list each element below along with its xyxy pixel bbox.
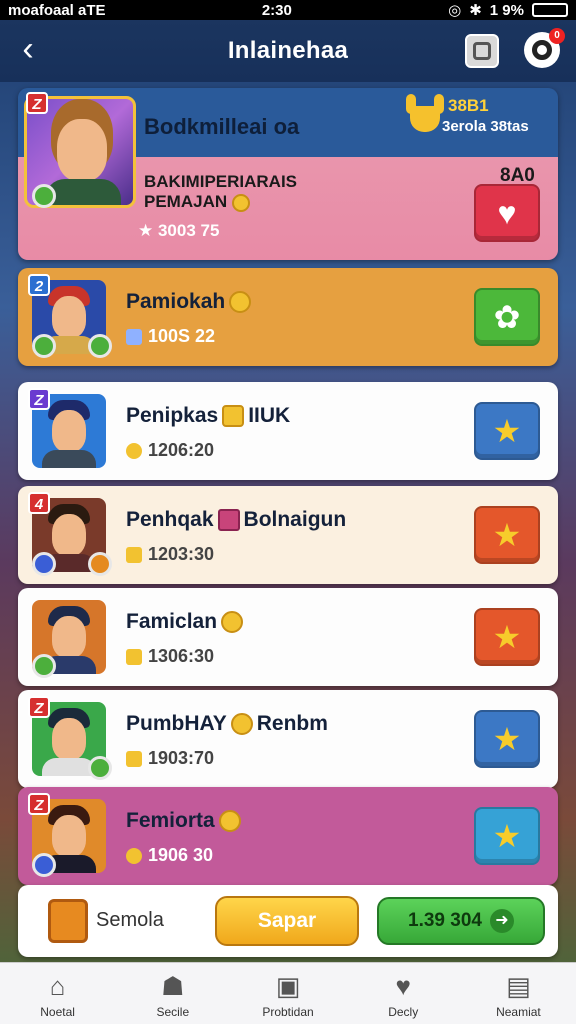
battery-percent: 1 9% bbox=[489, 1, 524, 19]
player-score: 1306:30 bbox=[126, 646, 214, 667]
shield-icon: ▣ bbox=[275, 970, 301, 1001]
action-button[interactable]: ★ bbox=[474, 402, 540, 460]
nav-item-shield[interactable]: ▣ Probtidan bbox=[230, 963, 345, 1024]
battery-icon bbox=[532, 3, 568, 17]
coin-icon bbox=[126, 848, 142, 865]
heart-icon: ♥ bbox=[395, 970, 411, 1001]
featured-player-card[interactable]: Z Bodkmilleai oa 38B1 3erola 38tas BAKIM… bbox=[18, 88, 558, 260]
settings-button[interactable]: 0 bbox=[524, 28, 565, 68]
user-icon: ☗ bbox=[161, 970, 185, 1001]
player-score: 1206:20 bbox=[126, 440, 214, 461]
list-item[interactable]: Famiclan 1306:30 ★ bbox=[18, 588, 558, 686]
player-name: Femiorta bbox=[126, 809, 245, 833]
star-icon: ★ bbox=[492, 619, 522, 655]
star-icon bbox=[126, 751, 142, 768]
status-badge bbox=[88, 552, 112, 576]
player-name: Pamiokah bbox=[126, 290, 255, 314]
level-badge bbox=[32, 552, 56, 576]
player-score: 1903:70 bbox=[126, 748, 214, 769]
coin-icon bbox=[230, 713, 253, 736]
back-icon[interactable]: ‹ bbox=[10, 32, 46, 68]
nav-item-daily[interactable]: ♥ Decly bbox=[346, 963, 461, 1024]
square-icon bbox=[473, 42, 491, 60]
star-icon bbox=[126, 547, 142, 564]
player-score: 1906 30 bbox=[126, 845, 213, 866]
level-badge bbox=[32, 184, 56, 208]
player-name: Penipkas IIUK bbox=[126, 404, 291, 428]
player-name: PumbHAY Renbm bbox=[126, 712, 328, 736]
coin-icon bbox=[126, 649, 142, 666]
arrow-right-icon: ➜ bbox=[489, 909, 514, 933]
rank-badge: Z bbox=[28, 388, 50, 410]
rank-badge: Z bbox=[28, 696, 50, 718]
coin-icon bbox=[231, 193, 250, 212]
player-name: Penhqak Bolnaigun bbox=[126, 508, 347, 532]
trophy-subtext: 3erola 38tas bbox=[442, 118, 529, 135]
chest-label: Semola bbox=[96, 909, 164, 931]
rank-badge: 4 bbox=[28, 492, 50, 514]
nav-item-tasks[interactable]: ▤ Neamiat bbox=[461, 963, 576, 1024]
bluetooth-icon: ✱ bbox=[469, 2, 482, 19]
action-button[interactable]: ★ bbox=[474, 608, 540, 666]
page-title: Inlainehaa bbox=[227, 37, 349, 64]
status-bar: moafoaal aTE 2:30 ◎ ✱ 1 9% bbox=[0, 0, 576, 20]
coin-icon bbox=[126, 443, 142, 460]
clock: 2:30 bbox=[261, 1, 292, 19]
player-name: Bodkmilleai oa bbox=[144, 114, 300, 139]
cow-icon: ✿ bbox=[493, 299, 521, 335]
trophy-value: 38B1 bbox=[448, 96, 489, 115]
claim-button[interactable]: Sapar bbox=[215, 896, 359, 946]
alarm-icon: ◎ bbox=[448, 2, 462, 19]
star-icon: ★ bbox=[492, 721, 522, 757]
list-item[interactable]: 2 Pamiokah 100S 22 ✿ bbox=[18, 268, 558, 366]
carrier-text: moafoaal aTE bbox=[8, 1, 106, 19]
heart-icon: ♥ bbox=[497, 194, 517, 231]
status-right: ◎ ✱ 1 9% bbox=[448, 1, 568, 19]
list-item[interactable]: 4 Penhqak Bolnaigun 1203:30 ★ bbox=[18, 486, 558, 584]
player-subtitle: BAKIMIPERIARAIS PEMAJAN bbox=[144, 172, 298, 212]
list-item[interactable]: Z PumbHAY Renbm 1903:70 ★ bbox=[18, 690, 558, 788]
action-button[interactable]: ✿ bbox=[474, 288, 540, 346]
nav-item-home[interactable]: ⌂ Noetal bbox=[0, 963, 115, 1024]
player-score: 100S 22 bbox=[126, 326, 215, 347]
star-icon: ★ bbox=[492, 517, 522, 553]
player-name: Famiclan bbox=[126, 610, 247, 634]
gallery-button[interactable] bbox=[465, 34, 499, 68]
player-score: 1203:30 bbox=[126, 544, 214, 565]
level-badge bbox=[32, 654, 56, 678]
gem-icon bbox=[126, 329, 142, 346]
action-button[interactable]: ★ bbox=[474, 506, 540, 564]
action-button[interactable]: ★ bbox=[474, 710, 540, 768]
coin-icon bbox=[229, 291, 252, 314]
trophy-icon bbox=[406, 94, 444, 136]
home-icon: ⌂ bbox=[49, 970, 66, 1001]
rank-badge: Z bbox=[26, 92, 48, 114]
rank-badge: 2 bbox=[28, 274, 50, 296]
action-button[interactable]: ★ bbox=[474, 807, 540, 865]
star-icon: ★ bbox=[492, 413, 522, 449]
notification-badge: 0 bbox=[549, 28, 565, 44]
star-icon: ★ bbox=[492, 818, 522, 854]
clipboard-icon: ▤ bbox=[506, 970, 531, 1001]
level-badge bbox=[32, 853, 56, 877]
like-button[interactable]: ♥ bbox=[474, 184, 540, 242]
coin-icon bbox=[221, 611, 244, 634]
coin-icon bbox=[222, 405, 245, 428]
list-item[interactable]: Z Penipkas IIUK 1206:20 ★ bbox=[18, 382, 558, 480]
level-badge bbox=[32, 334, 56, 358]
player-score: ★ 3003 75 bbox=[138, 221, 220, 240]
nav-item-profile[interactable]: ☗ Secile bbox=[115, 963, 230, 1024]
top-bar: ‹ Inlainehaa 0 bbox=[0, 20, 576, 82]
chest-icon bbox=[48, 899, 88, 943]
list-item[interactable]: Z Femiorta 1906 30 ★ bbox=[18, 787, 558, 885]
status-badge bbox=[88, 334, 112, 358]
gift-icon bbox=[217, 509, 240, 532]
value-button[interactable]: 1.39 304 ➜ bbox=[377, 897, 545, 945]
coin-icon bbox=[218, 810, 241, 833]
reward-bar: Semola Sapar 1.39 304 ➜ bbox=[18, 885, 558, 957]
status-badge bbox=[88, 756, 112, 780]
gear-icon bbox=[532, 40, 552, 60]
bottom-nav: ⌂ Noetal ☗ Secile ▣ Probtidan ♥ Decly ▤ … bbox=[0, 962, 576, 1024]
rank-badge: Z bbox=[28, 793, 50, 815]
